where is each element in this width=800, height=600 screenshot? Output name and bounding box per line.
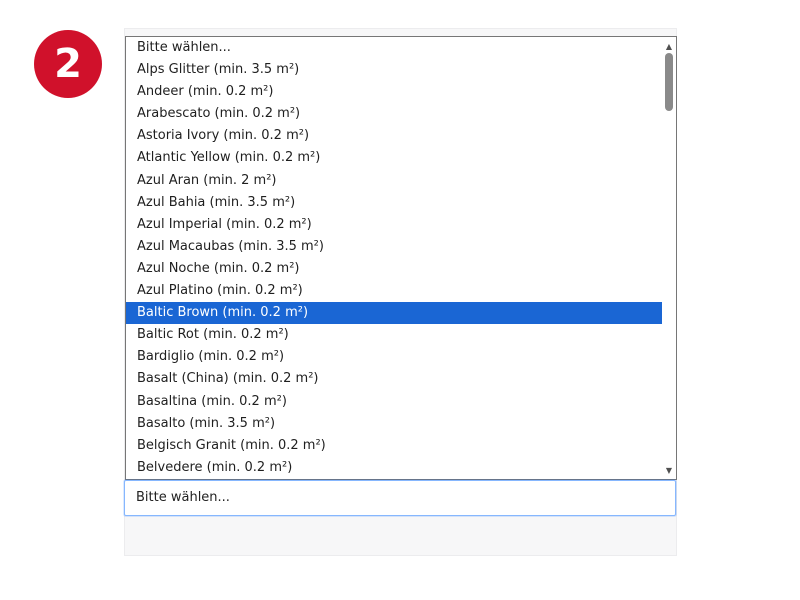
- material-dropdown-list[interactable]: Bitte wählen... Alps Glitter (min. 3.5 m²…: [125, 36, 677, 480]
- dropdown-option[interactable]: Azul Macaubas (min. 3.5 m²): [126, 236, 663, 258]
- dropdown-scrollbar[interactable]: ▲ ▼: [662, 37, 676, 479]
- dropdown-option[interactable]: Belvedere (min. 0.2 m²): [126, 457, 663, 479]
- dropdown-option[interactable]: Astoria Ivory (min. 0.2 m²): [126, 125, 663, 147]
- dropdown-option[interactable]: Bitte wählen...: [126, 37, 663, 59]
- dropdown-option[interactable]: Bardiglio (min. 0.2 m²): [126, 346, 663, 368]
- select-current-value: Bitte wählen...: [136, 490, 230, 505]
- dropdown-option[interactable]: Azul Imperial (min. 0.2 m²): [126, 214, 663, 236]
- option-list: Bitte wählen... Alps Glitter (min. 3.5 m²…: [126, 37, 663, 479]
- dropdown-option[interactable]: Azul Aran (min. 2 m²): [126, 170, 663, 192]
- dropdown-option[interactable]: Basaltina (min. 0.2 m²): [126, 391, 663, 413]
- dropdown-option[interactable]: Baltic Rot (min. 0.2 m²): [126, 324, 663, 346]
- dropdown-option-selected[interactable]: Baltic Brown (min. 0.2 m²): [126, 302, 663, 325]
- step-number: 2: [54, 41, 82, 87]
- dropdown-option[interactable]: Basalto (min. 3.5 m²): [126, 413, 663, 435]
- dropdown-option[interactable]: Andeer (min. 0.2 m²): [126, 81, 663, 103]
- scroll-thumb[interactable]: [665, 53, 673, 111]
- dropdown-option[interactable]: Azul Noche (min. 0.2 m²): [126, 258, 663, 280]
- material-select[interactable]: Bitte wählen...: [124, 480, 676, 516]
- dropdown-option[interactable]: Azul Bahia (min. 3.5 m²): [126, 192, 663, 214]
- dropdown-option[interactable]: Atlantic Yellow (min. 0.2 m²): [126, 147, 663, 169]
- scroll-up-arrow-icon[interactable]: ▲: [662, 39, 676, 53]
- dropdown-option[interactable]: Basalt (China) (min. 0.2 m²): [126, 368, 663, 390]
- dropdown-option[interactable]: Azul Platino (min. 0.2 m²): [126, 280, 663, 302]
- dropdown-option[interactable]: Alps Glitter (min. 3.5 m²): [126, 59, 663, 81]
- step-number-badge: 2: [34, 30, 102, 98]
- dropdown-option[interactable]: Belgisch Granit (min. 0.2 m²): [126, 435, 663, 457]
- scroll-down-arrow-icon[interactable]: ▼: [662, 463, 676, 477]
- dropdown-option[interactable]: Arabescato (min. 0.2 m²): [126, 103, 663, 125]
